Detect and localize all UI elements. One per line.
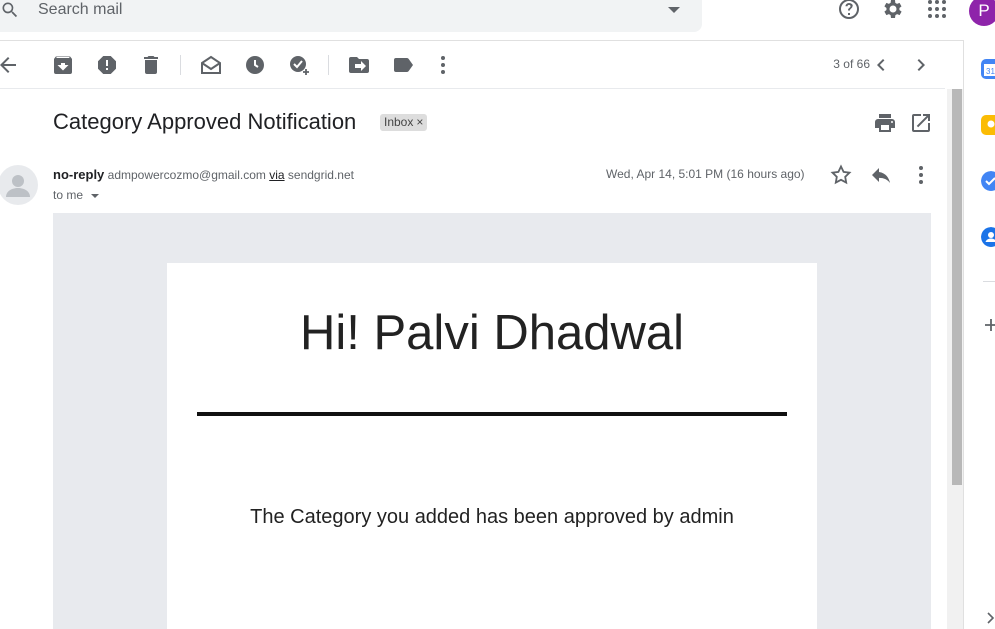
email-date: Wed, Apr 14, 5:01 PM (16 hours ago)	[606, 167, 805, 181]
open-new-window-icon[interactable]	[909, 111, 933, 135]
search-options-icon[interactable]	[666, 4, 682, 16]
toolbar-separator	[180, 55, 181, 75]
search-icon[interactable]	[0, 0, 20, 20]
via-domain: sendgrid.net	[287, 168, 354, 182]
svg-text:31: 31	[986, 67, 995, 76]
email-message-text: The Category you added has been approved…	[250, 506, 734, 528]
reply-icon[interactable]	[869, 163, 893, 187]
label-icon[interactable]	[391, 53, 415, 77]
search-input[interactable]	[38, 0, 638, 20]
help-icon[interactable]	[837, 0, 861, 21]
side-panel-divider	[983, 281, 995, 282]
add-icon[interactable]	[983, 317, 995, 333]
next-icon[interactable]	[909, 53, 933, 77]
archive-icon[interactable]	[51, 53, 75, 77]
recipient-details-toggle[interactable]: to me	[53, 188, 100, 202]
pager-count: 3 of 66	[833, 57, 870, 71]
sender-avatar	[0, 165, 38, 205]
contacts-icon[interactable]	[981, 227, 995, 247]
email-greeting: Hi! Palvi Dhadwal	[300, 306, 684, 360]
chevron-down-icon	[90, 192, 100, 200]
star-icon[interactable]	[829, 163, 853, 187]
keep-icon[interactable]	[981, 115, 995, 135]
header-divider	[0, 40, 963, 41]
snooze-icon[interactable]	[243, 53, 267, 77]
sender-name[interactable]: no-reply	[53, 167, 104, 182]
account-avatar[interactable]: P	[969, 0, 995, 26]
toolbar-divider	[0, 88, 945, 89]
via-link[interactable]: via	[269, 168, 284, 182]
mark-unread-icon[interactable]	[199, 53, 223, 77]
sender-email: admpowercozmo@gmail.com	[107, 168, 266, 182]
more-options-icon[interactable]	[909, 163, 933, 187]
move-to-icon[interactable]	[347, 53, 371, 77]
more-icon[interactable]	[431, 53, 455, 77]
email-divider	[197, 412, 787, 416]
label-text: Inbox	[384, 115, 414, 129]
inbox-label-chip: Inbox ×	[380, 114, 428, 131]
email-subject: Category Approved Notification	[53, 109, 357, 134]
add-task-icon[interactable]	[287, 53, 311, 77]
scrollbar-thumb[interactable]	[952, 89, 962, 485]
print-icon[interactable]	[873, 111, 897, 135]
settings-icon[interactable]	[881, 0, 905, 21]
tasks-icon[interactable]	[981, 171, 995, 191]
recipient-text: to me	[53, 188, 84, 202]
report-spam-icon[interactable]	[95, 53, 119, 77]
back-icon[interactable]	[0, 53, 20, 77]
remove-label-button[interactable]: ×	[416, 115, 423, 129]
toolbar-separator	[328, 55, 329, 75]
calendar-icon[interactable]: 31	[981, 59, 995, 79]
prev-icon[interactable]	[869, 53, 893, 77]
sender-line: no-reply admpowercozmo@gmail.com via sen…	[53, 167, 354, 182]
expand-panel-icon[interactable]	[985, 611, 995, 625]
apps-icon[interactable]	[925, 0, 949, 21]
delete-icon[interactable]	[139, 53, 163, 77]
